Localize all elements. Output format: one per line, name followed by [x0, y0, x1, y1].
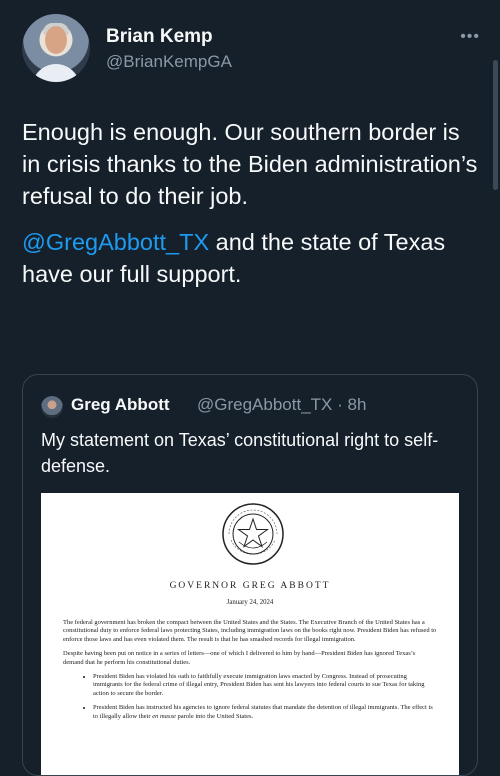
document-bullet: President Biden has violated his oath to…	[93, 673, 437, 698]
tweet-paragraph-1: Enough is enough. Our southern border is…	[22, 119, 478, 209]
avatar-head	[45, 26, 67, 54]
avatar[interactable]	[22, 14, 90, 82]
tweet-text: Enough is enough. Our southern border is…	[22, 116, 482, 304]
author-handle[interactable]: @BrianKempGA	[106, 52, 232, 72]
tweet-paragraph-2: @GregAbbott_TX and the state of Texas ha…	[22, 226, 482, 290]
document-body: The federal government has broken the co…	[63, 619, 437, 727]
document-date: January 24, 2024	[226, 599, 274, 606]
quote-author-handle: @GregAbbott_TX · 8h	[197, 395, 367, 414]
statement-image[interactable]: GOVERNOR GREG ABBOTT January 24, 2024 Th…	[41, 493, 459, 775]
quote-author-name: Greg Abbott	[71, 395, 170, 414]
quote-text: My statement on Texas’ constitutional ri…	[41, 430, 439, 476]
document-paragraph: The federal government has broken the co…	[63, 619, 437, 643]
quote-tweet[interactable]: Greg Abbott @GregAbbott_TX · 8h My state…	[22, 374, 478, 776]
document-bullet: President Biden has instructed his agenc…	[93, 704, 437, 721]
document-bullet-emphasis: en masse	[152, 712, 176, 720]
avatar-shirt	[32, 64, 80, 82]
ellipsis-icon[interactable]: •••	[460, 28, 480, 46]
quote-avatar	[41, 396, 63, 418]
document-bullets: President Biden has violated his oath to…	[63, 673, 437, 721]
scrollbar[interactable]	[493, 60, 498, 190]
tweet-header: Brian Kemp @BrianKempGA •••	[22, 14, 480, 84]
document-heading: GOVERNOR GREG ABBOTT	[169, 581, 331, 591]
author-name[interactable]: Brian Kemp	[106, 26, 213, 48]
document-paragraph: Despite having been put on notice in a s…	[63, 650, 416, 666]
texas-seal-icon	[222, 503, 284, 565]
document-bullet-text: parole into the United States.	[175, 712, 254, 720]
mention-link[interactable]: @GregAbbott_TX	[22, 229, 209, 255]
document-bullet-text: President Biden has instructed his agenc…	[93, 704, 433, 720]
